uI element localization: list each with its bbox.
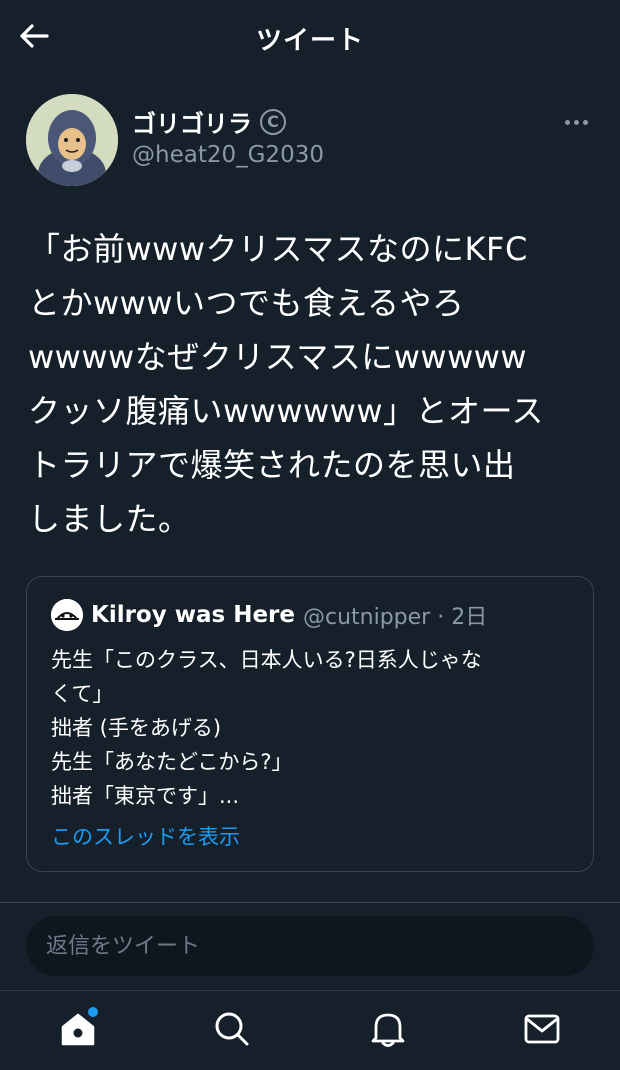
arrow-left-icon bbox=[20, 24, 49, 48]
quote-text: 先生「このクラス、日本人いる?日系人じゃな くて」 拙者 (手をあげる) 先生「… bbox=[51, 648, 482, 808]
back-button[interactable] bbox=[14, 16, 54, 56]
bottom-tab-bar bbox=[0, 990, 620, 1070]
tweet-text: 「お前wwwクリスマスなのにKFC とかwwwいつでも食えるやろ wwwwなぜク… bbox=[28, 230, 544, 538]
kilroy-logo-icon bbox=[51, 599, 83, 631]
tab-search[interactable] bbox=[210, 1007, 254, 1051]
quote-author-handle: @cutnipper · 2日 bbox=[303, 605, 488, 630]
more-horizontal-icon bbox=[564, 119, 570, 125]
author-name[interactable]: ゴリゴリラ bbox=[132, 104, 252, 139]
notification-dot bbox=[88, 1007, 98, 1017]
gorilla-avatar-image bbox=[26, 94, 118, 186]
search-icon bbox=[215, 1012, 249, 1046]
tab-home[interactable] bbox=[56, 1007, 100, 1051]
quoted-tweet-card[interactable]: Kilroy was Here @cutnipper · 2日 先生「このクラス… bbox=[26, 576, 594, 872]
copyright-icon: C bbox=[260, 108, 286, 135]
author-avatar[interactable] bbox=[26, 94, 118, 186]
tweet-author: ゴリゴリラ C @heat20_G2030 bbox=[26, 94, 596, 186]
reply-input[interactable] bbox=[26, 916, 594, 976]
tab-notifications[interactable] bbox=[366, 1007, 410, 1051]
quote-author-name: Kilroy was Here bbox=[91, 602, 295, 628]
divider bbox=[0, 902, 620, 903]
tab-messages[interactable] bbox=[520, 1007, 564, 1051]
quote-author-avatar bbox=[51, 599, 83, 631]
bell-icon bbox=[371, 1013, 405, 1047]
top-bar: ツイート bbox=[0, 0, 620, 76]
mail-icon bbox=[524, 1014, 560, 1044]
show-thread-link[interactable]: このスレッドを表示 bbox=[51, 821, 240, 851]
page-title: ツイート bbox=[255, 25, 364, 56]
author-handle[interactable]: @heat20_G2030 bbox=[132, 142, 324, 168]
more-options-button[interactable] bbox=[556, 110, 596, 134]
